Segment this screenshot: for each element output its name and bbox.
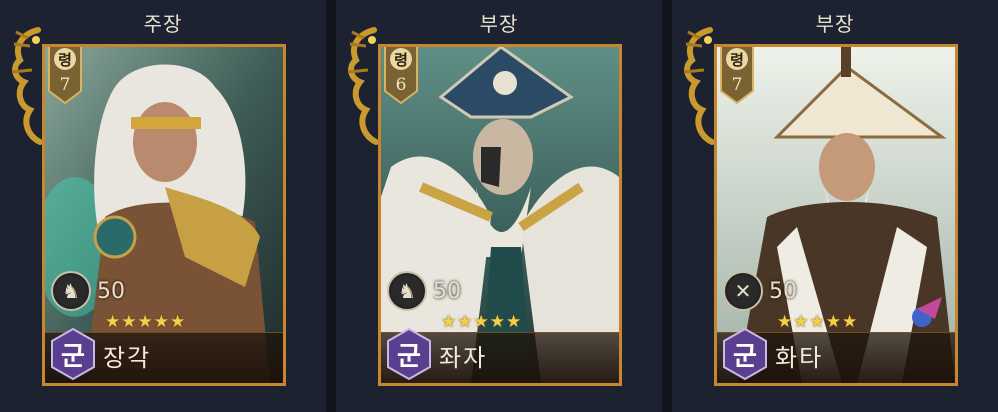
rank-label: 령 [730,51,744,69]
star-icon: ★ [506,312,522,332]
rank-value: 6 [395,75,407,95]
name-bar: 군 장각 [45,327,283,383]
horse-cavalry-icon: ♞ [51,271,91,311]
star-icon: ★ [842,312,858,332]
hero-card[interactable]: 령 7 ♞ 50 ★ ★ ★ ★ ★ 군 장각 [42,44,286,386]
rank-banner: 령 7 [719,47,755,105]
star-icon: ★ [441,312,457,332]
star-icon: ★ [121,312,137,332]
star-icon: ★ [105,312,121,332]
rank-value: 7 [731,75,743,95]
star-icon: ★ [777,312,793,332]
hero-level: 50 [769,278,797,304]
faction-label: 군 [397,341,421,372]
star-icon: ★ [153,312,169,332]
faction-label: 군 [733,341,757,372]
faction-badge: 군 [49,327,97,381]
faction-badge: 군 [385,327,433,381]
name-bar: 군 좌자 [381,327,619,383]
rank-banner: 령 6 [383,47,419,105]
star-icon: ★ [170,312,186,332]
name-bar: 군 화타 [717,327,955,383]
star-icon: ★ [825,312,841,332]
hero-level: 50 [97,278,125,304]
rank-label: 령 [394,51,408,69]
level-row: ✕ 50 [723,271,797,311]
star-rating: ★ ★ ★ ★ ★ [105,314,185,331]
star-rating: ★ ★ ★ ★ ★ [441,314,521,331]
hero-name: 장각 [103,344,152,372]
hero-name: 좌자 [439,344,488,372]
star-icon: ★ [489,312,505,332]
rank-value: 7 [59,75,71,95]
level-row: ♞ 50 [51,271,125,311]
level-row: ♞ 50 [387,271,461,311]
hero-slot-3[interactable]: 부장 령 7 ✕ 50 ★ ★ ★ ★ ★ 군 화타 [672,0,998,412]
hero-slot-1[interactable]: 주장 령 7 ♞ 50 ★ ★ ★ ★ ★ 군 장각 [0,0,326,412]
horse-cavalry-icon: ♞ [387,271,427,311]
crossed-spears-icon: ✕ [723,271,763,311]
hero-card[interactable]: 령 7 ✕ 50 ★ ★ ★ ★ ★ 군 화타 [714,44,958,386]
star-icon: ★ [137,312,153,332]
star-icon: ★ [473,312,489,332]
hero-level: 50 [433,278,461,304]
star-icon: ★ [457,312,473,332]
rank-banner: 령 7 [47,47,83,105]
hero-slot-2[interactable]: 부장 령 6 ♞ 50 ★ ★ ★ ★ ★ 군 좌자 [336,0,662,412]
faction-label: 군 [61,341,85,372]
star-icon: ★ [809,312,825,332]
hero-name: 화타 [775,344,824,372]
star-rating: ★ ★ ★ ★ ★ [777,314,857,331]
faction-badge: 군 [721,327,769,381]
rank-label: 령 [58,51,72,69]
hero-card[interactable]: 령 6 ♞ 50 ★ ★ ★ ★ ★ 군 좌자 [378,44,622,386]
star-icon: ★ [793,312,809,332]
